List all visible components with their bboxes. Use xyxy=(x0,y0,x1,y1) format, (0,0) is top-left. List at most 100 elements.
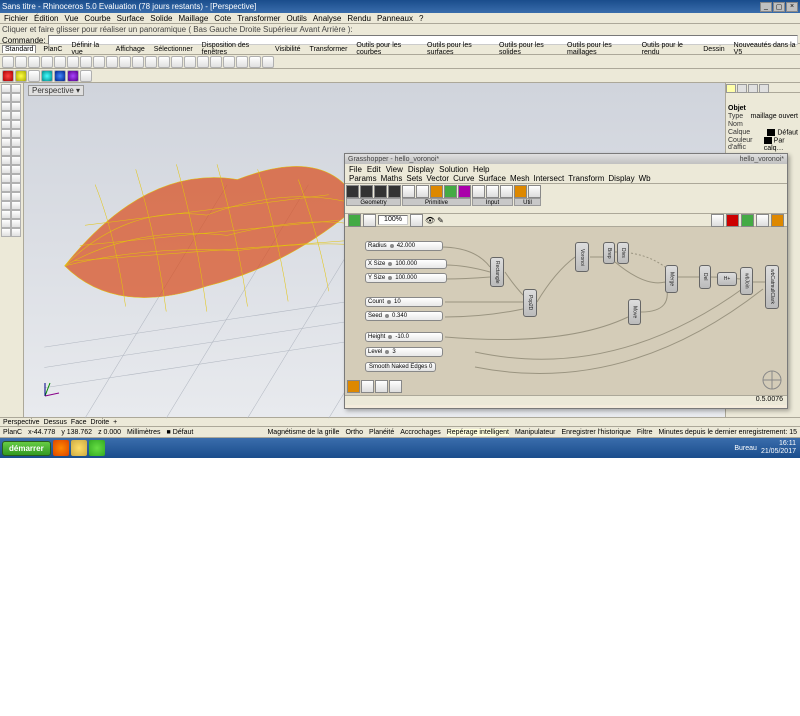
mirror-tool-icon[interactable] xyxy=(1,192,11,201)
pan-icon[interactable] xyxy=(184,56,196,68)
gh-ribbon[interactable]: Geometry Primitive xyxy=(345,184,787,214)
undo-icon[interactable] xyxy=(93,56,105,68)
gh-scribble-icon[interactable] xyxy=(375,380,388,393)
gh-tab-maths[interactable]: Maths xyxy=(381,174,403,183)
gh-category-tabs[interactable]: Params Maths Sets Vector Curve Surface M… xyxy=(345,174,787,184)
gh-preview-icon[interactable] xyxy=(711,214,724,227)
layers-icon[interactable] xyxy=(236,56,248,68)
component-pop2d[interactable]: Pop2D xyxy=(523,289,537,317)
cut-icon[interactable] xyxy=(54,56,66,68)
slider-ysize[interactable]: Y Size 100.000 xyxy=(365,273,447,283)
slider-seed[interactable]: Seed 0.340 xyxy=(365,311,443,321)
gh-input-icon[interactable] xyxy=(500,185,513,198)
analyze-tool-icon[interactable] xyxy=(11,228,21,237)
osnap-snap[interactable]: Accrochages xyxy=(400,429,440,436)
grasshopper-window[interactable]: Grasshopper - hello_voronoi* hello_voron… xyxy=(344,153,788,409)
gh-sketch-icon[interactable]: ✎ xyxy=(437,216,444,225)
tab-affichage[interactable]: Affichage xyxy=(114,46,147,53)
windows-taskbar[interactable]: démarrer Bureau 16:11 21/05/2017 xyxy=(0,438,800,458)
save-icon[interactable] xyxy=(28,56,40,68)
status-plane[interactable]: PlanC xyxy=(3,429,22,436)
options-icon[interactable] xyxy=(80,70,92,82)
tray-desk[interactable]: Bureau xyxy=(734,445,757,452)
gh-param-icon[interactable] xyxy=(360,185,373,198)
gh-menu-display[interactable]: Display xyxy=(408,165,434,174)
grasshopper-task-icon[interactable] xyxy=(89,440,105,456)
tab-v5[interactable]: Nouveautés dans la V5 xyxy=(732,42,798,56)
tab-dessin[interactable]: Dessin xyxy=(701,46,726,53)
menu-fichier[interactable]: Fichier xyxy=(4,14,28,23)
main-toolbar-2[interactable] xyxy=(0,69,800,83)
tab-solides[interactable]: Outils pour les solides xyxy=(497,42,560,56)
copy2-tool-icon[interactable] xyxy=(11,174,21,183)
gh-enable-icon[interactable] xyxy=(741,214,754,227)
dim-tool-icon[interactable] xyxy=(1,228,11,237)
tab-visibilite[interactable]: Visibilité xyxy=(273,46,303,53)
gh-tab-wb[interactable]: Wb xyxy=(639,174,651,183)
gh-prim-icon[interactable] xyxy=(430,185,443,198)
gh-eye-icon[interactable]: 👁 xyxy=(425,216,435,225)
component-brep[interactable]: Brep xyxy=(603,242,615,264)
surface-tool-icon[interactable] xyxy=(1,138,11,147)
arc-tool-icon[interactable] xyxy=(11,111,21,120)
menu-cote[interactable]: Cote xyxy=(214,14,231,23)
menu-edition[interactable]: Édition xyxy=(34,14,58,23)
curve-tool-icon[interactable] xyxy=(11,102,21,111)
scale-tool-icon[interactable] xyxy=(11,183,21,192)
gh-tab-vector[interactable]: Vector xyxy=(426,174,449,183)
osnap-gumball[interactable]: Manipulateur xyxy=(515,429,555,436)
gh-compass-icon[interactable] xyxy=(761,369,783,391)
tab-select[interactable]: Sélectionner xyxy=(152,46,195,53)
component-voronoi[interactable]: Voronoi xyxy=(575,242,589,272)
polyline-tool-icon[interactable] xyxy=(1,102,11,111)
sphere-tool-icon[interactable] xyxy=(11,147,21,156)
menu-surface[interactable]: Surface xyxy=(117,14,145,23)
sphere-yellow-icon[interactable] xyxy=(15,70,27,82)
main-menubar[interactable]: Fichier Édition Vue Courbe Surface Solid… xyxy=(0,13,800,24)
gh-wire-icon[interactable] xyxy=(756,214,769,227)
ellipse-tool-icon[interactable] xyxy=(11,120,21,129)
gh-disable-icon[interactable] xyxy=(726,214,739,227)
sphere-red-icon[interactable] xyxy=(2,70,14,82)
move-tool-icon[interactable] xyxy=(1,174,11,183)
extrude-tool-icon[interactable] xyxy=(11,138,21,147)
gh-menu-edit[interactable]: Edit xyxy=(367,165,381,174)
tab-vue[interactable]: Définir la vue xyxy=(70,42,109,56)
explorer-icon[interactable] xyxy=(71,440,87,456)
tab-fenetres[interactable]: Disposition des fenêtres xyxy=(200,42,268,56)
sphere-cyan-icon[interactable] xyxy=(41,70,53,82)
gh-menu-view[interactable]: View xyxy=(386,165,403,174)
circle-tool-icon[interactable] xyxy=(1,111,11,120)
trim-tool-icon[interactable] xyxy=(1,201,11,210)
display-tab-icon[interactable] xyxy=(748,84,758,93)
rotate-tool-icon[interactable] xyxy=(1,183,11,192)
gh-save-icon[interactable] xyxy=(363,214,376,227)
view1-icon[interactable] xyxy=(119,56,131,68)
zoom-icon[interactable] xyxy=(171,56,183,68)
start-button[interactable]: démarrer xyxy=(2,441,51,456)
lasso-tool-icon[interactable] xyxy=(11,84,21,93)
join-tool-icon[interactable] xyxy=(1,210,11,219)
fillet-tool-icon[interactable] xyxy=(1,219,11,228)
gh-tab-transform[interactable]: Transform xyxy=(568,174,604,183)
mesh-tool-icon[interactable] xyxy=(1,165,11,174)
toggle-smooth-edges[interactable]: Smooth Naked Edges 0 xyxy=(365,362,436,372)
menu-solide[interactable]: Solide xyxy=(150,14,172,23)
osnap-smart[interactable]: Repérage intelligent xyxy=(447,429,509,436)
polygon-tool-icon[interactable] xyxy=(1,129,11,138)
gh-zoomfit-icon[interactable] xyxy=(410,214,423,227)
gh-tab-mesh[interactable]: Mesh xyxy=(510,174,530,183)
props-tab-icon[interactable] xyxy=(726,84,736,93)
tab-planc[interactable]: PlanC xyxy=(41,46,64,53)
left-toolbox[interactable] xyxy=(0,83,24,417)
toolbar-tabs[interactable]: Standard PlanC Définir la vue Affichage … xyxy=(0,44,800,55)
shade-icon[interactable] xyxy=(210,56,222,68)
tab-courbes[interactable]: Outils pour les courbes xyxy=(354,42,420,56)
maximize-button[interactable]: ▢ xyxy=(773,2,785,12)
new-icon[interactable] xyxy=(2,56,14,68)
status-units[interactable]: Millimètres xyxy=(127,429,160,436)
component-move1[interactable]: Move xyxy=(628,299,641,325)
tab-transformer[interactable]: Transformer xyxy=(308,46,350,53)
tab-surfaces[interactable]: Outils pour les surfaces xyxy=(425,42,492,56)
gh-tab-curve[interactable]: Curve xyxy=(453,174,474,183)
